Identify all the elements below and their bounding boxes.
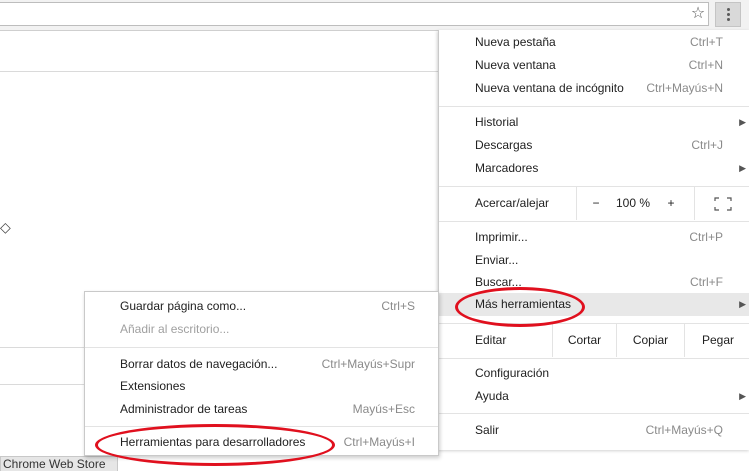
menu-item-label: Nueva ventana [475, 58, 556, 72]
address-bar[interactable] [0, 2, 709, 26]
page-arrow-icon: ◇ [0, 219, 11, 235]
menu-item-shortcut: Ctrl+Mayús+Q [645, 423, 723, 437]
menu-item-label: Historial [475, 115, 519, 129]
menu-item-label: Herramientas para desarrolladores [120, 435, 306, 449]
paste-button[interactable]: Pegar [684, 324, 749, 357]
zoom-level: 100 % [615, 196, 651, 210]
menu-item-shortcut: Ctrl+F [690, 275, 723, 289]
edit-row: Editar Cortar Copiar Pegar [439, 324, 749, 357]
menu-item-shortcut: Ctrl+Mayús+I [343, 435, 415, 449]
menu-separator [439, 358, 749, 359]
menu-item-label: Más herramientas [475, 297, 572, 311]
menu-item-downloads[interactable]: Descargas Ctrl+J [439, 134, 749, 157]
menu-item-shortcut: Ctrl+Mayús+N [646, 81, 723, 95]
menu-item-settings[interactable]: Configuración [439, 362, 749, 385]
menu-item-shortcut: Ctrl+T [690, 35, 723, 49]
menu-item-help[interactable]: Ayuda ▶ [439, 385, 749, 408]
menu-item-label: Buscar... [475, 275, 522, 289]
fullscreen-button[interactable] [694, 187, 749, 220]
fullscreen-icon [714, 197, 732, 211]
dot-icon [726, 13, 730, 16]
page-divider [0, 71, 438, 72]
submenu-item-developer-tools[interactable]: Herramientas para desarrolladores Ctrl+M… [85, 431, 438, 454]
menu-item-shortcut: Ctrl+N [688, 58, 723, 72]
dot-icon [726, 18, 730, 21]
menu-item-incognito[interactable]: Nueva ventana de incógnito Ctrl+Mayús+N [439, 77, 749, 100]
menu-item-exit[interactable]: Salir Ctrl+Mayús+Q [439, 419, 749, 442]
menu-separator [439, 106, 749, 107]
menu-item-label: Borrar datos de navegación... [120, 357, 278, 371]
menu-item-print[interactable]: Imprimir... Ctrl+P [439, 226, 749, 249]
menu-item-label: Ayuda [475, 389, 509, 403]
menu-item-label: Guardar página como... [120, 299, 247, 313]
menu-item-label: Imprimir... [475, 230, 528, 244]
submenu-item-clear-data[interactable]: Borrar datos de navegación... Ctrl+Mayús… [85, 353, 438, 376]
chrome-menu-button[interactable] [715, 2, 741, 27]
page-divider [0, 384, 84, 385]
menu-item-label: Nueva ventana de incógnito [475, 81, 624, 95]
submenu-arrow-icon: ▶ [739, 299, 746, 309]
zoom-out-button[interactable]: − [576, 187, 615, 220]
page-divider [0, 347, 84, 348]
menu-item-label: Extensiones [120, 379, 186, 393]
menu-item-shortcut: Ctrl+S [381, 299, 415, 313]
submenu-arrow-icon: ▶ [739, 391, 746, 401]
menu-item-history[interactable]: Historial ▶ [439, 111, 749, 134]
copy-button[interactable]: Copiar [616, 324, 684, 357]
submenu-arrow-icon: ▶ [739, 117, 746, 127]
menu-item-bookmarks[interactable]: Marcadores ▶ [439, 157, 749, 180]
menu-item-label: Enviar... [475, 253, 519, 267]
menu-item-more-tools[interactable]: Más herramientas ▶ [439, 293, 749, 316]
menu-item-shortcut: Ctrl+J [691, 138, 723, 152]
menu-item-shortcut: Ctrl+Mayús+Supr [321, 357, 415, 371]
menu-item-find[interactable]: Buscar... Ctrl+F [439, 271, 749, 294]
menu-item-label: Añadir al escritorio... [120, 322, 230, 336]
menu-item-new-window[interactable]: Nueva ventana Ctrl+N [439, 54, 749, 77]
menu-item-new-tab[interactable]: Nueva pestaña Ctrl+T [439, 31, 749, 54]
submenu-item-extensions[interactable]: Extensiones [85, 375, 438, 398]
zoom-in-button[interactable]: + [652, 187, 690, 220]
submenu-item-add-to-desktop: Añadir al escritorio... [85, 318, 438, 341]
dot-icon [726, 8, 730, 11]
menu-item-shortcut: Ctrl+P [689, 230, 723, 244]
menu-item-label: Configuración [475, 366, 550, 380]
submenu-item-save-page[interactable]: Guardar página como... Ctrl+S [85, 295, 438, 318]
menu-item-label: Salir [475, 423, 500, 437]
menu-separator [439, 221, 749, 222]
bookmark-star-icon[interactable]: ☆ [688, 4, 708, 24]
submenu-arrow-icon: ▶ [739, 163, 746, 173]
menu-separator [85, 347, 438, 348]
cut-button[interactable]: Cortar [552, 324, 616, 357]
zoom-label: Acercar/alejar [475, 196, 550, 210]
menu-item-shortcut: Mayús+Esc [352, 402, 415, 416]
zoom-row: Acercar/alejar − 100 % + [439, 187, 749, 220]
menu-separator [439, 413, 749, 414]
chrome-web-store-tab[interactable]: Chrome Web Store [0, 456, 118, 471]
chrome-main-menu: Nueva pestaña Ctrl+T Nueva ventana Ctrl+… [438, 30, 749, 450]
more-tools-submenu: Guardar página como... Ctrl+S Añadir al … [84, 291, 439, 456]
menu-item-label: Marcadores [475, 161, 539, 175]
menu-item-label: Nueva pestaña [475, 35, 556, 49]
menu-item-label: Descargas [475, 138, 533, 152]
menu-separator [85, 426, 438, 427]
menu-item-cast[interactable]: Enviar... [439, 249, 749, 272]
menu-item-label: Administrador de tareas [120, 402, 248, 416]
edit-label: Editar [475, 333, 507, 347]
submenu-item-task-manager[interactable]: Administrador de tareas Mayús+Esc [85, 398, 438, 421]
